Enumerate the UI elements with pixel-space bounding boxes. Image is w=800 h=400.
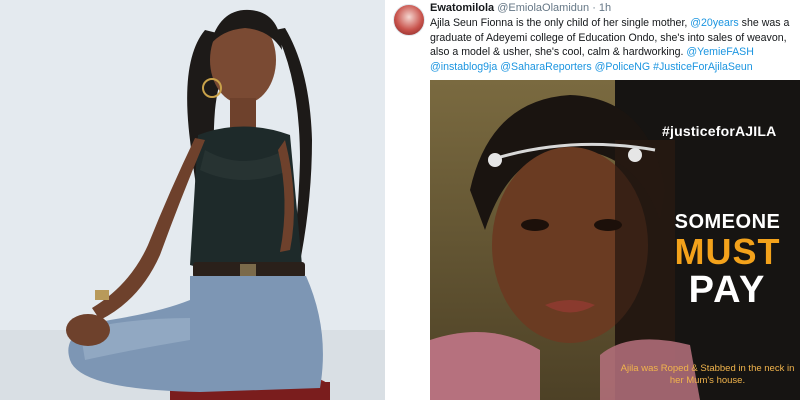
tweet-header: Ewatomilola @EmiolaOlamidun · 1h [430,2,611,14]
tweet-body: Ajila Seun Fionna is the only child of h… [430,16,795,74]
hashtag-link[interactable]: #JusticeForAjilaSeun [653,61,753,73]
mention-link[interactable]: @PoliceNG [595,61,651,73]
mention-link[interactable]: @20years [690,17,738,29]
tweet-card: Ewatomilola @EmiolaOlamidun · 1h Ajila S… [385,0,800,400]
headline-pay: PAY [688,269,767,311]
poster-hashtag: #justiceforAJILA [662,123,777,139]
mention-link[interactable]: @instablog9ja [430,61,497,73]
headline-someone: SOMEONE [674,211,781,233]
portrait-illustration [0,0,385,400]
poster-headline: SOMEONE MUST PAY [660,212,795,309]
user-handle[interactable]: @EmiolaOlamidun [497,2,589,14]
dot-separator: · [592,2,596,14]
poster-caption: Ajila was Roped & Stabbed in the neck in… [620,363,795,386]
display-name[interactable]: Ewatomilola [430,2,494,14]
tweet-time[interactable]: 1h [599,2,611,14]
mention-link[interactable]: @SaharaReporters [500,61,591,73]
mention-link[interactable]: @YemieFASH [686,46,753,58]
poster-image[interactable]: #justiceforAJILA SOMEONE MUST PAY Ajila … [430,80,800,400]
headline-must: MUST [674,231,781,272]
tweet-text-segment: Ajila Seun Fionna is the only child of h… [430,17,691,29]
portrait-photo [0,0,385,400]
user-avatar[interactable] [393,4,425,36]
